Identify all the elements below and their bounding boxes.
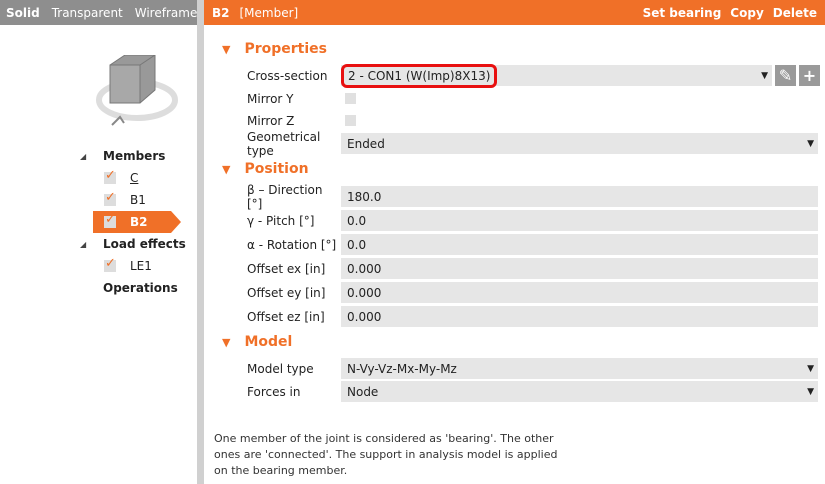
geom-type-value: Ended [347, 136, 385, 151]
view-mode-bar: Solid Transparent Wireframe [0, 0, 197, 25]
mirror-z-label: Mirror Z [247, 113, 295, 128]
position-label: Offset ey [in] [247, 285, 326, 300]
tree-item-operations[interactable]: Operations [0, 277, 197, 299]
input-value: 0.000 [347, 261, 382, 276]
section-title: Properties [244, 41, 327, 57]
tree-item-c[interactable]: C [0, 167, 197, 189]
set-bearing-button[interactable]: Set bearing [643, 6, 722, 20]
dropdown-arrow-icon: ▼ [761, 70, 768, 81]
position-label: Offset ez [in] [247, 309, 325, 324]
item-label: C [130, 171, 139, 185]
section-title: Position [244, 161, 309, 177]
dropdown-arrow-icon: ▼ [807, 386, 814, 397]
collapse-triangle-icon: ▼ [222, 335, 231, 349]
position-label: β – Direction [°] [247, 182, 323, 211]
tree-group-members[interactable]: ◢ Members [0, 145, 197, 167]
input-value: 180.0 [347, 189, 382, 204]
item-label: B2 [130, 215, 148, 229]
pitch-input[interactable]: 0.0 [341, 210, 818, 231]
direction-input[interactable]: 180.0 [341, 186, 818, 207]
collapse-triangle-icon: ▼ [222, 42, 231, 56]
add-plus-icon[interactable]: + [799, 65, 820, 86]
edit-pencil-icon[interactable]: ✎ [775, 65, 796, 86]
geom-type-label: Geometrical type [247, 129, 321, 158]
view-solid[interactable]: Solid [6, 6, 40, 20]
section-properties[interactable]: ▼ Properties [222, 41, 327, 57]
member-name: B2 [212, 5, 230, 20]
tree-item-le1[interactable]: LE1 [0, 255, 197, 277]
offset-ez-input[interactable]: 0.000 [341, 306, 818, 327]
forces-in-label: Forces in [247, 384, 301, 399]
input-value: 0.0 [347, 213, 367, 228]
collapse-arrow-icon[interactable]: ◢ [80, 240, 86, 249]
input-value: 0.000 [347, 285, 382, 300]
group-label: Load effects [103, 237, 186, 251]
help-text: One member of the joint is considered as… [214, 432, 558, 477]
dropdown-arrow-icon: ▼ [807, 363, 814, 374]
member-tree: ◢ Members C B1 B2 ◢ Load effects LE1 Opera… [0, 145, 197, 299]
checkbox[interactable] [104, 190, 116, 206]
tree-item-b2[interactable]: B2 [93, 211, 181, 233]
input-value: 0.0 [347, 237, 367, 252]
checkbox[interactable] [104, 168, 116, 184]
member-type: [Member] [239, 5, 299, 20]
model-type-value: N-Vy-Vz-Mx-My-Mz [347, 361, 457, 376]
highlight-box: 2 - CON1 (W(Imp)8X13) [341, 63, 498, 88]
offset-ey-input[interactable]: 0.000 [341, 282, 818, 303]
offset-ex-input[interactable]: 0.000 [341, 258, 818, 279]
cross-section-value: 2 - CON1 (W(Imp)8X13) [348, 68, 491, 83]
section-position[interactable]: ▼ Position [222, 161, 309, 177]
collapse-triangle-icon: ▼ [222, 162, 231, 176]
position-label: Offset ex [in] [247, 261, 326, 276]
forces-in-value: Node [347, 384, 379, 399]
copy-button[interactable]: Copy [730, 6, 763, 20]
cross-section-select[interactable]: 2 - CON1 (W(Imp)8X13) ▼ [341, 63, 772, 88]
view-cube-icon[interactable] [90, 55, 185, 135]
position-label: α - Rotation [°] [247, 237, 337, 252]
checkbox[interactable] [104, 212, 116, 228]
section-model[interactable]: ▼ Model [222, 334, 292, 350]
forces-in-select[interactable]: Node ▼ [341, 381, 818, 402]
group-label: Members [103, 149, 166, 163]
tree-item-b1[interactable]: B1 [0, 189, 197, 211]
view-wireframe[interactable]: Wireframe [135, 6, 198, 20]
section-title: Model [244, 334, 293, 350]
collapse-arrow-icon[interactable]: ◢ [80, 152, 86, 161]
input-value: 0.000 [347, 309, 382, 324]
item-label: B1 [130, 193, 146, 207]
rotation-input[interactable]: 0.0 [341, 234, 818, 255]
model-type-label: Model type [247, 361, 314, 376]
member-header: B2 [Member] Set bearing Copy Delete [204, 0, 825, 25]
mirror-z-checkbox[interactable] [345, 115, 356, 126]
item-label: LE1 [130, 259, 152, 273]
mirror-y-label: Mirror Y [247, 91, 294, 106]
delete-button[interactable]: Delete [773, 6, 817, 20]
tree-group-load-effects[interactable]: ◢ Load effects [0, 233, 197, 255]
dropdown-arrow-icon: ▼ [807, 138, 814, 149]
panel-splitter[interactable] [197, 0, 204, 484]
geom-type-select[interactable]: Ended ▼ [341, 133, 818, 154]
position-label: γ - Pitch [°] [247, 213, 315, 228]
mirror-y-checkbox[interactable] [345, 93, 356, 104]
cross-section-label: Cross-section [247, 68, 328, 83]
group-label: Operations [103, 281, 178, 295]
view-transparent[interactable]: Transparent [52, 6, 123, 20]
checkbox[interactable] [104, 256, 116, 272]
model-type-select[interactable]: N-Vy-Vz-Mx-My-Mz ▼ [341, 358, 818, 379]
